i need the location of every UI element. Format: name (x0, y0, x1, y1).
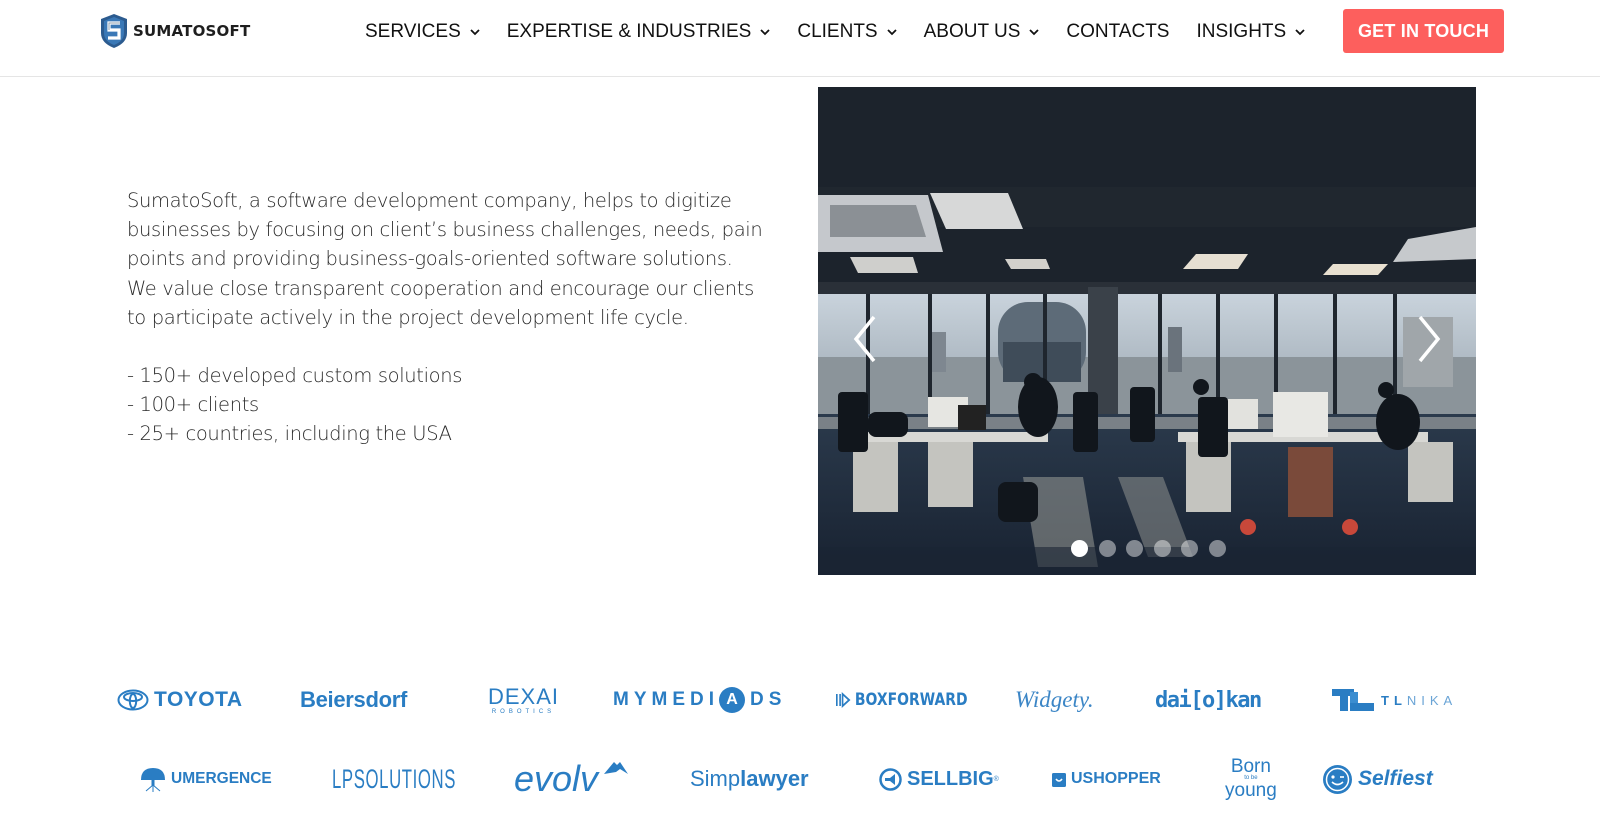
slider-dot-1[interactable] (1071, 540, 1088, 557)
chevron-down-icon (1029, 29, 1040, 36)
client-name-part: DS (750, 689, 787, 710)
client-logo-beiersdorf[interactable]: Beiersdorf (300, 678, 407, 722)
client-name: Beiersdorf (300, 687, 408, 712)
client-logo-umergence[interactable]: UMERGENCE (140, 757, 272, 801)
main-nav: SERVICES EXPERTISE & INDUSTRIES CLIENTS … (365, 19, 1332, 45)
megaphone-circle-icon (879, 767, 902, 791)
boxforward-mark-icon (836, 692, 851, 708)
client-logo-toyota[interactable]: TOYOTA (117, 678, 243, 722)
slider-dot-2[interactable] (1098, 540, 1116, 557)
sumatosoft-logo[interactable]: SUMATOSOFT (99, 13, 250, 49)
nav-label: CLIENTS (797, 21, 878, 42)
client-logo-selfiest[interactable]: Selfiest (1322, 757, 1433, 801)
company-intro: SumatoSoft, a software development compa… (127, 186, 767, 448)
nav-label: INSIGHTS (1196, 21, 1287, 42)
client-name: LPSOLUTIONS (332, 763, 457, 794)
stats-list: - 150+ developed custom solutions - 100+… (127, 361, 767, 448)
slider-pagination (1071, 540, 1236, 557)
chevron-left-icon (853, 315, 876, 363)
registered-mark: ® (993, 775, 999, 783)
office-photo-slider (818, 87, 1476, 575)
nav-label: ABOUT US (923, 21, 1021, 42)
shopping-bag-icon (1052, 773, 1066, 787)
nav-services[interactable]: SERVICES (365, 21, 480, 43)
client-logo-ushopper[interactable]: USHOPPER (1052, 757, 1161, 801)
client-logo-mymediads[interactable]: MYMEDI A DS (613, 678, 786, 722)
slider-dot-6[interactable] (1208, 540, 1226, 557)
client-logo-lpsolutions[interactable]: LPSOLUTIONS (332, 757, 456, 801)
client-logo-daiokan[interactable]: dai[o]kan (1155, 678, 1262, 722)
nav-about-us[interactable]: ABOUT US (924, 21, 1040, 43)
client-name: UMERGENCE (171, 770, 272, 787)
client-logo-simplawyer[interactable]: Simp lawyer (690, 757, 809, 801)
client-logo-sellbig[interactable]: SELLBIG ® (879, 757, 999, 801)
slider-dot-4[interactable] (1153, 540, 1171, 557)
chevron-down-icon (1295, 29, 1305, 36)
shield-s-logo-icon (101, 14, 127, 48)
client-logo-boxforward[interactable]: BOXFORWARD (836, 678, 968, 722)
slider-prev-arrow[interactable] (846, 311, 882, 367)
nav-insights[interactable]: INSIGHTS (1196, 21, 1305, 43)
nav-contacts[interactable]: CONTACTS (1066, 21, 1169, 43)
stat-item: - 25+ countries, including the USA (127, 422, 452, 446)
get-in-touch-button[interactable]: GET IN TOUCH (1343, 9, 1504, 53)
client-logo-widgety[interactable]: Widgety. (1015, 678, 1094, 722)
client-name-part: TL (1381, 692, 1407, 708)
evolv-peak-icon (604, 762, 629, 774)
client-name: dai[o]kan (1155, 687, 1262, 713)
toyota-emblem-icon (117, 689, 149, 711)
client-subname: ROBOTICS (491, 708, 556, 715)
slider-dot-3[interactable] (1126, 540, 1143, 557)
nav-clients[interactable]: CLIENTS (797, 21, 897, 43)
slider-next-arrow[interactable] (1412, 311, 1448, 367)
nav-expertise-industries[interactable]: EXPERTISE & INDUSTRIES (507, 21, 771, 43)
client-logo-evolv[interactable]: evolv (514, 757, 633, 801)
chevron-right-icon (1418, 315, 1441, 363)
client-logo-born-to-be-young[interactable]: Born to be young (1225, 757, 1277, 801)
chevron-down-icon (470, 29, 480, 36)
stat-item: - 100+ clients (127, 393, 259, 417)
stat-item: - 150+ developed custom solutions (127, 364, 463, 388)
client-name-part: Simp (690, 766, 741, 791)
slider-dot-5[interactable] (1181, 540, 1198, 557)
chevron-down-icon (886, 29, 897, 36)
tree-icon (141, 768, 165, 792)
nav-label: EXPERTISE & INDUSTRIES (506, 21, 752, 42)
client-name: SELLBIG (907, 767, 994, 790)
client-name: Widgety. (1015, 687, 1094, 712)
client-name: BOXFORWARD (854, 690, 968, 710)
intro-paragraph: SumatoSoft, a software development compa… (127, 189, 763, 329)
client-logos-row-2: UMERGENCE LPSOLUTIONS evolv Simp lawyer S… (110, 757, 1490, 801)
client-name: TOYOTA (154, 688, 243, 711)
client-name-circle: A (719, 687, 745, 713)
nav-label: CONTACTS (1066, 21, 1170, 42)
client-name: Selfiest (1358, 767, 1433, 790)
client-name-part: Born (1230, 756, 1271, 778)
nav-label: SERVICES (365, 21, 461, 42)
client-name-part: young (1225, 779, 1277, 801)
tlnika-blocks-icon (1332, 689, 1374, 711)
chevron-down-icon (760, 29, 770, 36)
client-logos-row-1: TOYOTA Beiersdorf DEXAI ROBOTICS MYMEDI … (110, 678, 1490, 722)
client-name-part: MYMEDI (613, 689, 719, 710)
client-name-part: NIKA (1406, 692, 1458, 708)
client-name-part: lawyer (740, 766, 809, 791)
client-name: DEXAI (488, 683, 560, 709)
client-name: USHOPPER (1071, 770, 1161, 787)
client-logo-dexai[interactable]: DEXAI ROBOTICS (488, 678, 559, 722)
office-photo (818, 87, 1476, 575)
site-header: SUMATOSOFT SERVICES EXPERTISE & INDUSTRI… (0, 0, 1600, 77)
winking-smiley-icon (1323, 764, 1352, 794)
logo-text: SUMATOSOFT (133, 22, 251, 40)
client-logo-tlnika[interactable]: TL NIKA (1332, 678, 1457, 722)
client-name: evolv (514, 758, 599, 799)
